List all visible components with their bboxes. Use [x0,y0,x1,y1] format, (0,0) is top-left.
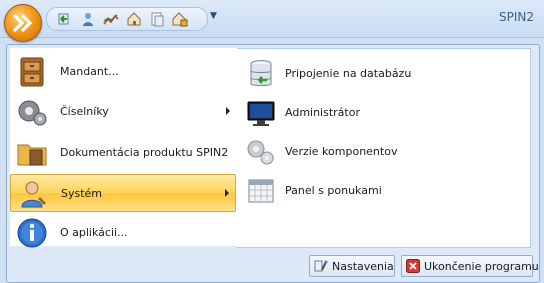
customize-toolbar-dropdown[interactable]: ▼ [210,11,217,21]
folder-icon [17,144,47,166]
submenu-item-panel[interactable]: Panel s ponukami [237,171,530,209]
submenu-item-administrator[interactable]: Administrátor [237,93,530,131]
submenu-item-label: Administrátor [285,106,360,119]
menu-item-o-aplikacii[interactable]: O aplikácii... [10,214,236,252]
user-icon[interactable] [80,11,96,27]
gears-icon [18,100,47,126]
database-icon [250,60,272,86]
document-icon[interactable] [149,11,165,27]
exit-button-label: Ukončenie programu [424,260,539,273]
title-bar: ▼ SPIN2 [0,0,544,38]
app-title: SPIN2 [498,10,534,24]
submenu-item-label: Pripojenie na databázu [285,67,412,80]
application-menu: Mandant... Číselníky Dokumentácia produk… [6,44,540,283]
info-icon [17,218,47,248]
menu-item-mandant[interactable]: Mandant... [10,53,236,91]
submenu-item-label: Verzie komponentov [285,145,398,158]
menu-left-pane: Mandant... Číselníky Dokumentácia produk… [10,48,238,248]
menu-item-label: Dokumentácia produktu SPIN2 [60,146,229,159]
menu-item-system[interactable]: Systém [10,174,236,212]
user-system-icon [21,181,47,208]
menu-item-dokumentacia[interactable]: Dokumentácia produktu SPIN2 [10,134,236,172]
back-arrow-icon[interactable] [57,11,73,27]
menu-item-label: Systém [61,187,103,200]
application-menu-button[interactable] [4,4,42,42]
menu-item-ciselniky[interactable]: Číselníky [10,93,236,131]
settings-icon [314,260,328,272]
submenu-arrow-icon [225,189,229,197]
menu-item-label: O aplikácii... [60,226,128,239]
home-lock-icon[interactable] [172,11,188,27]
settings-button-label: Nastavenia [332,260,394,273]
submenu-item-label: Panel s ponukami [285,184,382,197]
quick-access-toolbar [46,7,208,31]
menu-item-label: Mandant... [60,65,119,78]
close-icon [406,259,420,273]
calendar-icon [248,179,274,203]
chart-icon[interactable] [103,11,119,27]
submenu-arrow-icon [226,107,230,115]
submenu-item-verzie[interactable]: Verzie komponentov [237,132,530,170]
settings-button[interactable]: Nastavenia [309,255,395,277]
monitor-icon [247,101,275,126]
submenu-item-pripojenie[interactable]: Pripojenie na databázu [237,54,530,92]
menu-item-label: Číselníky [60,105,109,118]
submenu-pane: Pripojenie na databázu Administrátor Ver… [237,48,531,248]
home-icon[interactable] [126,11,142,27]
components-icon [247,140,274,165]
cabinet-icon [20,57,44,87]
exit-button[interactable]: Ukončenie programu [401,255,539,277]
double-chevron-icon [12,13,33,33]
